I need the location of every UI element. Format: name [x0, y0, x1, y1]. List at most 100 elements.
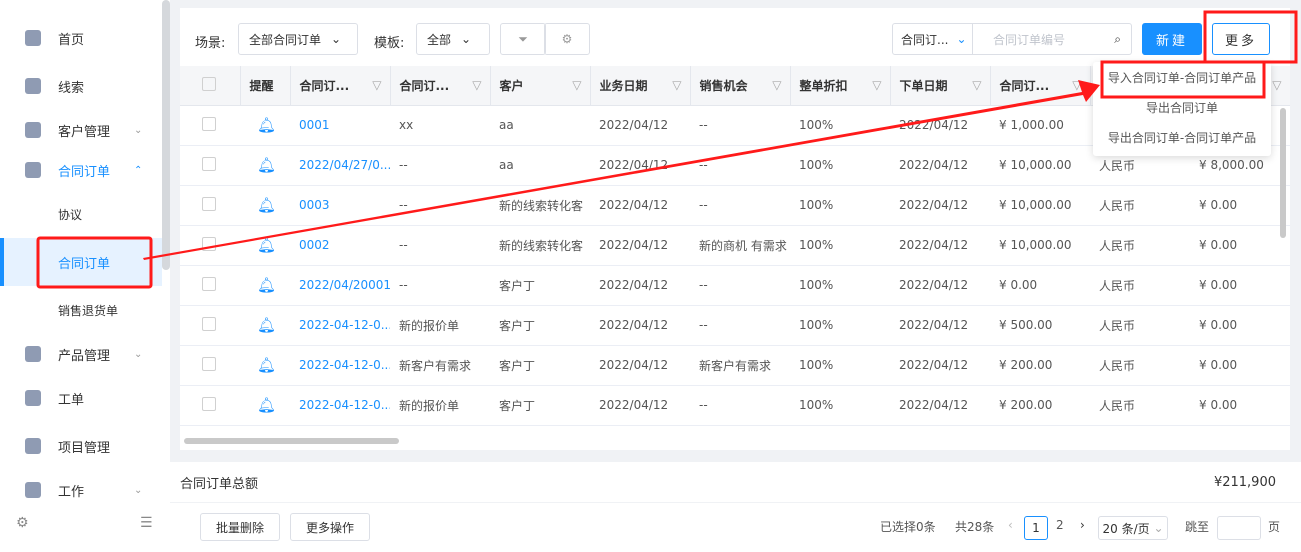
sidebar-item-0[interactable]: 首页	[0, 18, 162, 58]
table-cell: ¥ 10,000.00	[990, 185, 1090, 226]
prev-page-icon[interactable]: ‹	[1008, 518, 1013, 532]
sidebar-item-3[interactable]: 合同订单 ⌃	[0, 150, 162, 190]
template-select[interactable]: 全部 ⌄	[416, 23, 490, 55]
filter-icon[interactable]: ▽	[472, 78, 481, 92]
order-number-link[interactable]: 0003	[290, 185, 390, 226]
menu-item-import-order-products[interactable]: 导入合同订单-合同订单产品	[1093, 62, 1271, 92]
next-page-icon[interactable]: ›	[1080, 518, 1085, 532]
row-checkbox[interactable]	[202, 396, 216, 411]
bell-icon[interactable]: 🔔︎	[257, 116, 276, 134]
bell-icon[interactable]: 🔔︎	[257, 156, 276, 174]
filter-icon[interactable]: ▽	[972, 78, 981, 92]
chevron-down-icon[interactable]: ⌄	[134, 349, 142, 360]
bell-icon[interactable]: 🔔︎	[257, 196, 276, 214]
table-row[interactable]: 🔔︎ 0002 -- 新的线索转化客 2022/04/12 新的商机 有需求 100% 202…	[180, 225, 1290, 266]
order-number-link[interactable]: 2022/04/20001	[290, 265, 390, 306]
filter-icon[interactable]: ▽	[672, 78, 681, 92]
table-cell: 人民币	[1090, 225, 1190, 266]
column-header[interactable]: 提醒	[240, 66, 291, 106]
table-row[interactable]: 🔔︎ 2022-04-12-0... 新的报价单 客户丁 2022/04/12 -- 100…	[180, 305, 1290, 346]
column-header[interactable]: 业务日期 ▽	[590, 66, 691, 106]
filter-icon[interactable]: ▽	[1272, 78, 1281, 92]
order-number-link[interactable]: 2022-04-12-0...	[290, 345, 390, 386]
scene-select[interactable]: 全部合同订单 ⌄	[238, 23, 358, 55]
sidebar-item-8[interactable]: 工单	[0, 378, 162, 418]
search-input[interactable]: 合同订单编号	[973, 31, 1114, 48]
chevron-down-icon: ⌄	[956, 32, 967, 46]
collapse-menu-icon[interactable]: ☰	[140, 515, 153, 531]
table-row[interactable]: 🔔︎ 0003 -- 新的线索转化客 2022/04/12 -- 100% 2022/04/1…	[180, 185, 1290, 226]
filter-icon[interactable]: ▽	[372, 78, 381, 92]
column-header[interactable]: 销售机会 ▽	[690, 66, 791, 106]
row-checkbox[interactable]	[202, 276, 216, 291]
row-checkbox[interactable]	[202, 116, 216, 131]
filter-icon[interactable]: ▽	[1072, 78, 1081, 92]
search-icon[interactable]: ⌕	[1114, 32, 1131, 47]
settings-icon[interactable]: ⚙	[16, 515, 29, 531]
settings-button[interactable]: ⚙	[544, 23, 590, 55]
bell-icon[interactable]: 🔔︎	[257, 236, 276, 254]
new-button[interactable]: 新建	[1142, 23, 1202, 55]
order-number-link[interactable]: 0001	[290, 105, 390, 146]
sidebar-item-9[interactable]: 项目管理	[0, 426, 162, 466]
filter-icon[interactable]: ▽	[872, 78, 881, 92]
column-header[interactable]: 整单折扣 ▽	[790, 66, 891, 106]
row-checkbox[interactable]	[202, 356, 216, 371]
horizontal-scrollbar[interactable]	[184, 438, 399, 444]
page-1[interactable]: 1	[1024, 516, 1048, 540]
row-checkbox[interactable]	[202, 316, 216, 331]
menu-item-export-orders[interactable]: 导出合同订单	[1093, 92, 1271, 122]
checkbox-cell	[180, 185, 240, 226]
search-field-select[interactable]: 合同订... ⌄	[893, 24, 973, 54]
more-button[interactable]: 更多	[1212, 23, 1270, 55]
select-all-checkbox[interactable]	[202, 76, 216, 91]
row-checkbox[interactable]	[202, 236, 216, 251]
chevron-down-icon[interactable]: ⌄	[134, 485, 142, 496]
column-header[interactable]	[180, 66, 241, 106]
order-number-link[interactable]: 2022-04-12-0...	[290, 385, 390, 426]
table-row[interactable]: 🔔︎ 2022/04/20001 -- 客户丁 2022/04/12 -- 100% 2022…	[180, 265, 1290, 306]
order-number-link[interactable]: 2022/04/27/0...	[290, 145, 390, 186]
sidebar-item-2[interactable]: 客户管理 ⌄	[0, 110, 162, 150]
column-header[interactable]: 合同订... ▽	[290, 66, 391, 106]
sidebar-item-label: 合同订单	[58, 164, 111, 180]
column-header[interactable]: 合同订... ▽	[990, 66, 1091, 106]
sidebar-item-10[interactable]: 工作 ⌄	[0, 470, 162, 510]
column-header[interactable]: 客户 ▽	[490, 66, 591, 106]
bell-icon[interactable]: 🔔︎	[257, 316, 276, 334]
sidebar-item-4[interactable]: 协议	[0, 194, 162, 234]
jump-page-input[interactable]	[1217, 516, 1261, 540]
chevron-up-icon[interactable]: ⌃	[134, 165, 142, 176]
filter-button[interactable]: ⏷	[500, 23, 546, 55]
more-actions-button[interactable]: 更多操作	[290, 513, 370, 541]
bell-icon[interactable]: 🔔︎	[257, 276, 276, 294]
filter-icon[interactable]: ▽	[572, 78, 581, 92]
sidebar-item-5[interactable]: 合同订单	[0, 238, 162, 286]
sidebar-item-7[interactable]: 产品管理 ⌄	[0, 334, 162, 374]
sidebar-item-1[interactable]: 线索	[0, 66, 162, 106]
row-checkbox[interactable]	[202, 156, 216, 171]
column-header-label: 合同订...	[399, 78, 450, 93]
menu-item-export-order-products[interactable]: 导出合同订单-合同订单产品	[1093, 122, 1271, 152]
home-icon	[25, 30, 41, 46]
bell-icon[interactable]: 🔔︎	[257, 356, 276, 374]
bell-icon[interactable]: 🔔︎	[257, 396, 276, 414]
vertical-scrollbar[interactable]	[1280, 108, 1286, 238]
chevron-down-icon[interactable]: ⌄	[134, 125, 142, 136]
sidebar-item-6[interactable]: 销售退货单	[0, 290, 162, 330]
filter-icon[interactable]: ▽	[772, 78, 781, 92]
table-row[interactable]: 🔔︎ 2022-04-12-0... 新的报价单 客户丁 2022/04/12 -- 100…	[180, 385, 1290, 426]
column-header[interactable]: 下单日期 ▽	[890, 66, 991, 106]
column-header[interactable]: 合同订... ▽	[390, 66, 491, 106]
folder-icon	[25, 438, 41, 454]
order-number-link[interactable]: 0002	[290, 225, 390, 266]
order-number-link[interactable]: 2022-04-12-0...	[290, 305, 390, 346]
page-2[interactable]: 2	[1056, 518, 1064, 532]
page-size-select[interactable]: 20 条/页 ⌄	[1098, 516, 1168, 540]
table-row[interactable]: 🔔︎ 2022-04-12-0... 新客户有需求 客户丁 2022/04/12 新客户有…	[180, 345, 1290, 386]
column-header-label: 合同订...	[999, 78, 1050, 93]
sidebar-scrollbar[interactable]	[162, 0, 170, 270]
batch-delete-button[interactable]: 批量删除	[200, 513, 280, 541]
row-checkbox[interactable]	[202, 196, 216, 211]
table-cell: 2022/04/12	[890, 145, 990, 186]
